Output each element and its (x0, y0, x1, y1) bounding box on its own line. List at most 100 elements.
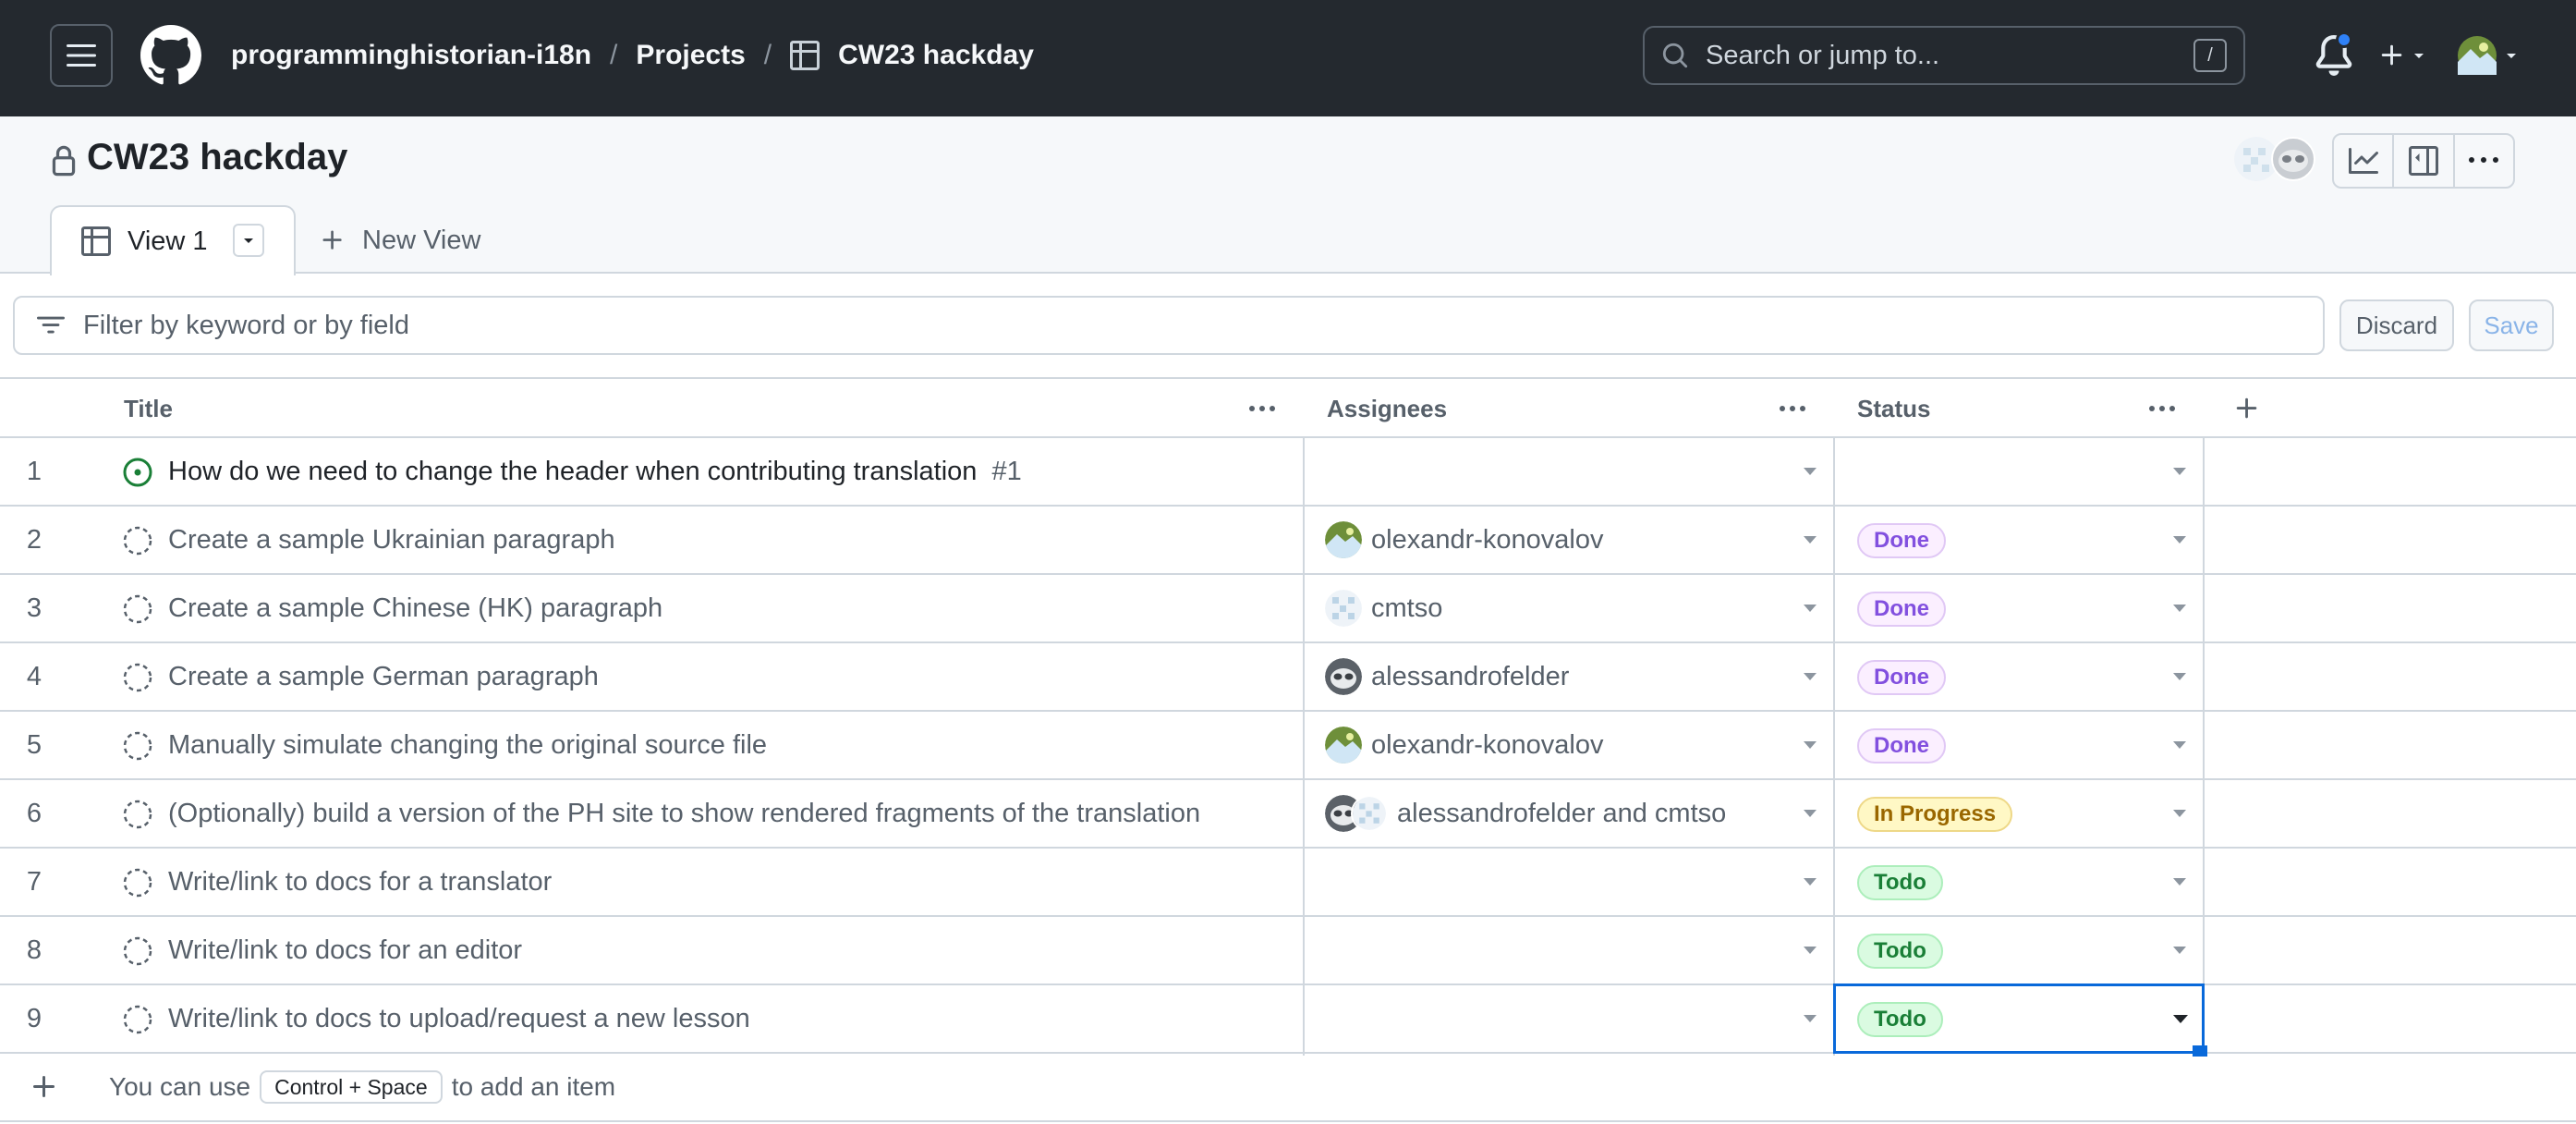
row-title[interactable]: Create a sample Chinese (HK) paragraph (168, 575, 662, 641)
row-title[interactable]: Manually simulate changing the original … (168, 712, 767, 778)
status-badge[interactable]: Done (1857, 592, 1946, 627)
chevron-down-icon[interactable] (1804, 741, 1817, 749)
filter-placeholder: Filter by keyword or by field (83, 310, 409, 340)
row-number: 8 (26, 935, 43, 965)
page-title[interactable]: CW23 hackday (87, 137, 347, 178)
project-table: Title Assignees Status 1 How do we need … (0, 377, 2576, 1122)
create-new-menu[interactable] (2378, 31, 2436, 79)
table-row[interactable]: 8 Write/link to docs for an editor Todo (0, 917, 2576, 985)
chevron-down-icon[interactable] (2173, 878, 2186, 886)
discard-button[interactable]: Discard (2339, 299, 2454, 351)
chevron-down-icon[interactable] (1804, 536, 1817, 544)
chevron-down-icon[interactable] (2173, 673, 2186, 680)
save-button[interactable]: Save (2469, 299, 2554, 351)
assignee-cell[interactable]: cmtso (1325, 575, 1442, 641)
row-number: 3 (26, 593, 43, 623)
table-row[interactable]: 4 Create a sample German paragraph aless… (0, 643, 2576, 712)
chevron-down-icon[interactable] (2173, 947, 2186, 954)
assignee-name: alessandrofelder (1371, 661, 1570, 691)
collaborator-avatars[interactable] (2234, 135, 2319, 183)
table-row[interactable]: 3 Create a sample Chinese (HK) paragraph… (0, 575, 2576, 643)
issue-number[interactable]: #1 (991, 457, 1021, 487)
status-badge[interactable]: Todo (1857, 865, 1943, 900)
chevron-down-icon[interactable] (1804, 947, 1817, 954)
row-title[interactable]: Create a sample Ukrainian paragraph (168, 507, 615, 573)
status-badge[interactable]: In Progress (1857, 797, 2013, 832)
user-avatar-icon (1325, 521, 1362, 558)
status-badge[interactable]: Done (1857, 660, 1946, 695)
breadcrumb: programminghistorian-i18n / Projects / C… (231, 37, 1034, 74)
row-number: 1 (26, 456, 43, 486)
row-title[interactable]: Create a sample German paragraph (168, 643, 599, 710)
chevron-down-icon[interactable] (1804, 468, 1817, 475)
draft-issue-icon (123, 936, 152, 966)
github-logo-icon[interactable] (140, 25, 201, 86)
assignee-name: alessandrofelder and cmtso (1397, 798, 1727, 828)
column-options-icon[interactable] (2142, 396, 2182, 422)
chevron-down-icon[interactable] (2173, 536, 2186, 544)
plus-icon[interactable] (30, 1072, 59, 1102)
view-options-button[interactable] (233, 224, 264, 257)
column-header-status[interactable]: Status (1857, 379, 1930, 438)
assignee-cell[interactable]: alessandrofelder and cmtso (1325, 780, 1726, 847)
status-badge[interactable]: Done (1857, 728, 1946, 764)
filter-icon (37, 316, 65, 334)
chevron-down-icon[interactable] (2173, 468, 2186, 475)
table-row[interactable]: 1 How do we need to change the header wh… (0, 438, 2576, 507)
user-avatar-icon (1351, 795, 1388, 832)
chevron-down-icon[interactable] (1804, 673, 1817, 680)
chevron-down-icon[interactable] (1804, 878, 1817, 886)
tab-view-1[interactable]: View 1 (50, 205, 296, 275)
chevron-down-icon[interactable] (2173, 741, 2186, 749)
chevron-down-icon[interactable] (2173, 605, 2186, 612)
status-badge[interactable]: Todo (1857, 1002, 1943, 1037)
row-title[interactable]: Write/link to docs to upload/request a n… (168, 985, 750, 1052)
chevron-down-icon[interactable] (1804, 810, 1817, 817)
assignee-cell[interactable]: olexandr-konovalov (1325, 507, 1603, 573)
row-title[interactable]: Write/link to docs for a translator (168, 849, 552, 915)
new-view-label: New View (362, 225, 481, 255)
column-options-icon[interactable] (1772, 396, 1813, 422)
add-item-row[interactable]: You can use Control + Space to add an it… (0, 1054, 2576, 1122)
row-title[interactable]: (Optionally) build a version of the PH s… (168, 780, 1200, 847)
menu-button[interactable] (50, 24, 113, 87)
search-shortcut-key: / (2193, 39, 2227, 72)
assignee-cell[interactable]: alessandrofelder (1325, 643, 1569, 710)
insights-button[interactable] (2334, 135, 2395, 187)
add-field-button[interactable] (2230, 392, 2264, 425)
new-view-button[interactable]: New View (320, 222, 480, 259)
row-title[interactable]: How do we need to change the header when… (168, 438, 1022, 505)
assignee-cell[interactable]: olexandr-konovalov (1325, 712, 1603, 778)
table-row[interactable]: 7 Write/link to docs for a translator To… (0, 849, 2576, 917)
chevron-down-icon[interactable] (2173, 1015, 2188, 1023)
table-row[interactable]: 6 (Optionally) build a version of the PH… (0, 780, 2576, 849)
column-header-assignees[interactable]: Assignees (1327, 379, 1447, 438)
user-menu[interactable] (2458, 31, 2522, 79)
search-input[interactable]: Search or jump to... / (1643, 26, 2245, 85)
breadcrumb-org[interactable]: programminghistorian-i18n (231, 40, 591, 71)
chevron-down-icon (2507, 54, 2516, 58)
status-badge[interactable]: Done (1857, 523, 1946, 558)
toggle-sidebar-button[interactable] (2394, 135, 2455, 187)
chevron-down-icon[interactable] (2173, 810, 2186, 817)
draft-issue-icon (123, 731, 152, 761)
search-placeholder: Search or jump to... (1706, 40, 1940, 70)
issue-title[interactable]: How do we need to change the header when… (168, 457, 977, 487)
more-options-button[interactable] (2455, 135, 2513, 187)
breadcrumb-projects[interactable]: Projects (636, 40, 745, 71)
status-badge[interactable]: Todo (1857, 934, 1943, 969)
table-row[interactable]: 9 Write/link to docs to upload/request a… (0, 984, 2576, 1057)
filter-input[interactable]: Filter by keyword or by field (13, 296, 2325, 355)
chevron-down-icon[interactable] (1804, 1015, 1817, 1022)
breadcrumb-separator: / (763, 40, 772, 70)
row-title[interactable]: Write/link to docs for an editor (168, 917, 522, 984)
keyboard-shortcut: Control + Space (260, 1070, 443, 1104)
column-options-icon[interactable] (1242, 396, 1282, 422)
user-avatar-icon (1325, 590, 1362, 627)
breadcrumb-project[interactable]: CW23 hackday (838, 40, 1034, 71)
hint-text: You can use (109, 1072, 251, 1101)
column-header-title[interactable]: Title (124, 379, 173, 438)
table-row[interactable]: 5 Manually simulate changing the origina… (0, 712, 2576, 780)
table-row[interactable]: 2 Create a sample Ukrainian paragraph ol… (0, 507, 2576, 575)
chevron-down-icon[interactable] (1804, 605, 1817, 612)
